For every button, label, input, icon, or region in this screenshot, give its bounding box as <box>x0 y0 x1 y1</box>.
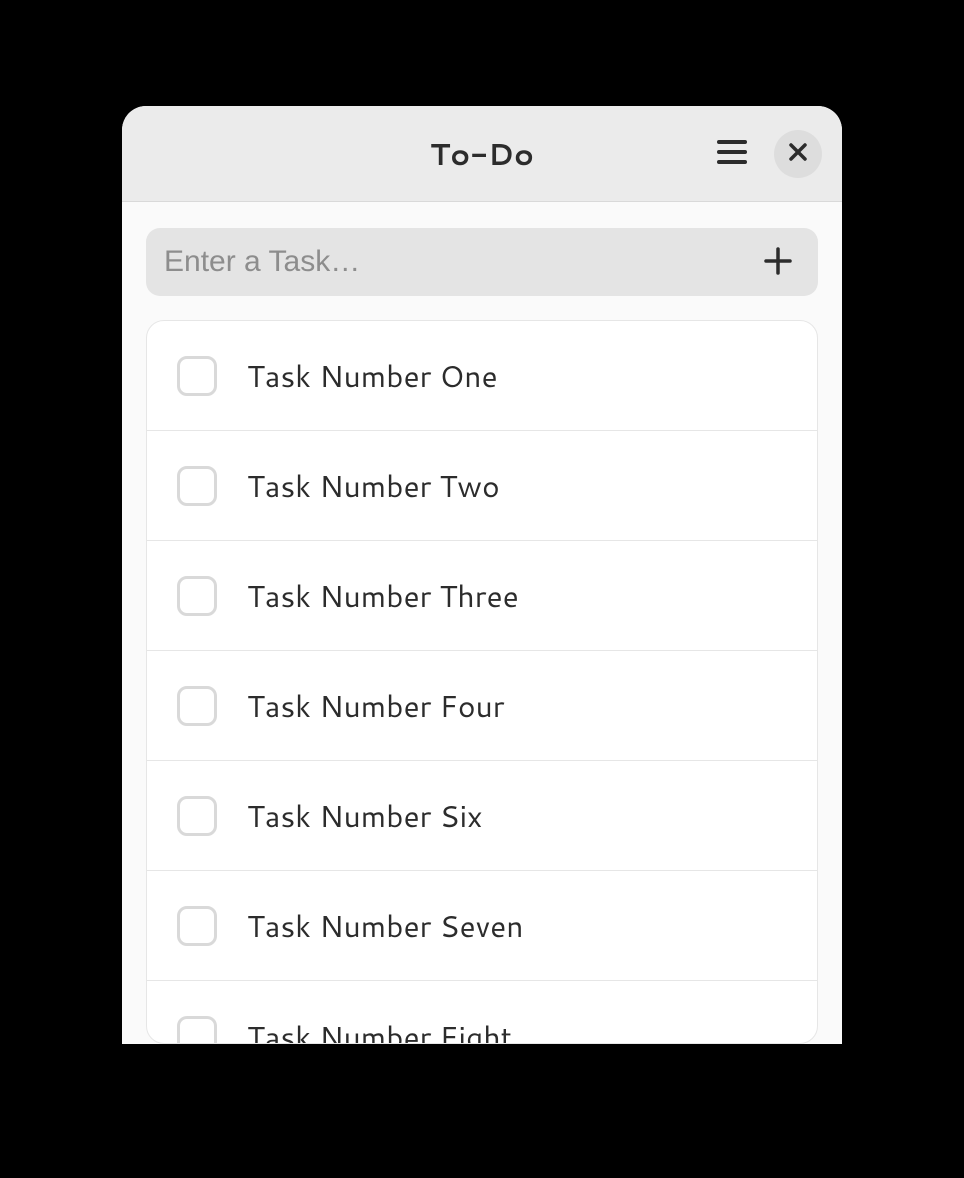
task-checkbox[interactable] <box>177 466 217 506</box>
task-row[interactable]: Task Number Eight <box>147 981 817 1044</box>
task-checkbox[interactable] <box>177 356 217 396</box>
menu-button[interactable] <box>712 134 752 174</box>
close-icon <box>789 143 807 164</box>
task-label: Task Number Three <box>247 574 519 617</box>
task-checkbox[interactable] <box>177 906 217 946</box>
task-row[interactable]: Task Number Six <box>147 761 817 871</box>
task-row[interactable]: Task Number Seven <box>147 871 817 981</box>
app-window: To-Do <box>122 106 842 1044</box>
task-checkbox[interactable] <box>177 686 217 726</box>
task-label: Task Number Seven <box>247 904 524 947</box>
plus-icon <box>763 246 793 279</box>
content-area: Task Number One Task Number Two Task Num… <box>122 202 842 1044</box>
task-row[interactable]: Task Number One <box>147 321 817 431</box>
task-row[interactable]: Task Number Two <box>147 431 817 541</box>
task-checkbox[interactable] <box>177 796 217 836</box>
close-button[interactable] <box>774 130 822 178</box>
task-row[interactable]: Task Number Three <box>147 541 817 651</box>
titlebar: To-Do <box>122 106 842 202</box>
task-label: Task Number Six <box>247 794 483 837</box>
task-label: Task Number Eight <box>247 1015 512 1045</box>
task-checkbox[interactable] <box>177 576 217 616</box>
titlebar-actions <box>712 130 822 178</box>
task-row[interactable]: Task Number Four <box>147 651 817 761</box>
task-checkbox[interactable] <box>177 1016 217 1044</box>
add-task-button[interactable] <box>756 240 800 284</box>
task-label: Task Number Four <box>247 684 505 727</box>
new-task-input[interactable] <box>164 245 756 279</box>
task-label: Task Number One <box>247 354 498 397</box>
hamburger-icon <box>717 140 747 167</box>
new-task-row <box>146 228 818 296</box>
task-label: Task Number Two <box>247 464 500 507</box>
task-list: Task Number One Task Number Two Task Num… <box>146 320 818 1044</box>
